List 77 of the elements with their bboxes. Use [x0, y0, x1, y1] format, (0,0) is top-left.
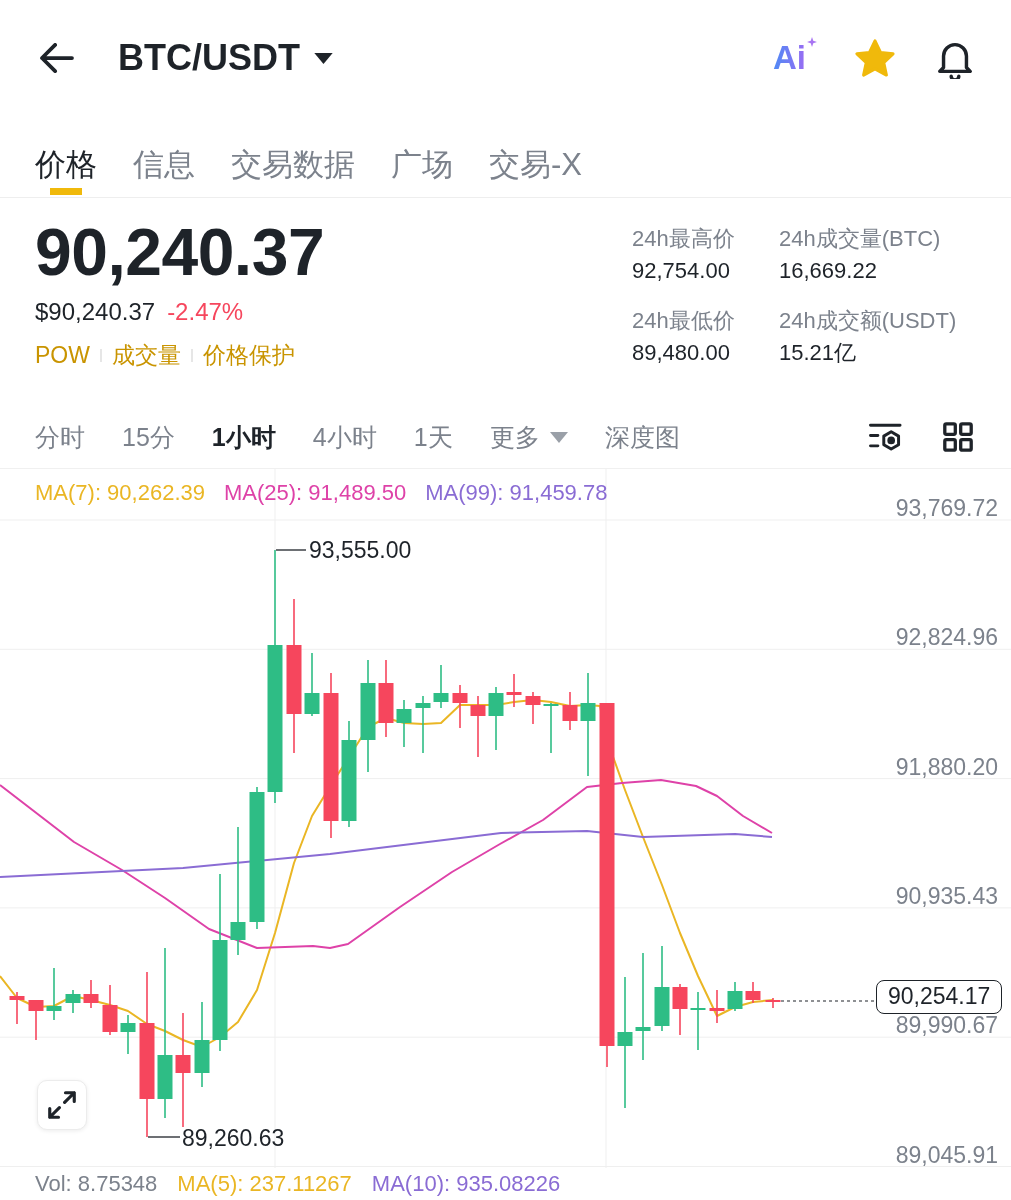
indicator-label: MA(99): 91,459.78: [425, 480, 608, 506]
tab[interactable]: 交易-X: [489, 116, 582, 196]
pair-selector[interactable]: BTC/USDT: [118, 36, 333, 80]
indicator-label: MA(7): 90,262.39: [35, 480, 205, 506]
stat-value: 15.21亿: [779, 339, 857, 367]
stat-label: 24h成交额(USDT): [779, 307, 957, 335]
diagonal-arrows-icon: [48, 1091, 76, 1119]
volume-legend-label: MA(5): 237.11267: [177, 1170, 352, 1198]
candlestick: [690, 991, 706, 1051]
stat-label: 24h最低价: [632, 307, 735, 335]
last-price: 90,240.37: [35, 217, 325, 287]
candlestick: [525, 691, 541, 725]
hexagon-lines-icon[interactable]: [869, 422, 903, 452]
candlestick: [709, 989, 725, 1024]
indicator-label: MA(25): 91,489.50: [224, 480, 407, 506]
price-axis-label: 89,990.67: [895, 1014, 998, 1038]
star-icon[interactable]: [855, 39, 895, 77]
candlestick: [506, 673, 522, 708]
stat-value: 89,480.00: [632, 339, 730, 367]
stat-value: 16,669.22: [779, 257, 877, 285]
price-axis-label: 89,045.91: [895, 1143, 998, 1167]
interval-tab[interactable]: 分时: [35, 420, 85, 454]
tab[interactable]: 信息: [133, 116, 195, 196]
usd-price: $90,240.37: [35, 297, 156, 327]
tab[interactable]: 交易数据: [231, 116, 355, 196]
leader-line: [147, 1136, 181, 1138]
candlestick: [65, 989, 81, 1014]
tag-link[interactable]: 价格保护: [202, 340, 295, 370]
candlestick: [745, 981, 761, 1004]
grid-icon[interactable]: [941, 422, 975, 452]
volume-legend-label: Vol: 8.75348: [35, 1170, 158, 1198]
volume-legend-label: MA(10): 935.08226: [371, 1170, 561, 1198]
candlestick: [765, 997, 781, 1009]
expand-button[interactable]: [37, 1080, 87, 1130]
leader-line: [275, 549, 307, 551]
price-axis-label: 91,880.20: [895, 755, 998, 779]
back-arrow-icon[interactable]: [40, 43, 74, 73]
candlestick: [415, 695, 431, 754]
stat-value: 92,754.00: [632, 257, 730, 285]
interval-tab[interactable]: 深度图: [604, 420, 680, 454]
caret-icon: [549, 431, 568, 443]
candlestick: [727, 981, 743, 1012]
sparkle-icon: [807, 37, 817, 47]
candlestick: [452, 684, 468, 729]
stat-label: 24h最高价: [632, 225, 735, 253]
tag-link[interactable]: 成交量: [111, 340, 181, 370]
low-price-label: 89,260.63: [182, 1125, 285, 1151]
interval-tab[interactable]: 1小时: [211, 420, 276, 454]
high-price-label: 93,555.00: [309, 537, 412, 563]
candlestick: [672, 983, 688, 1036]
candlestick: [304, 652, 320, 717]
stat-label: 24h成交量(BTC): [779, 225, 941, 253]
interval-tab[interactable]: 15分: [122, 420, 175, 454]
current-price-tag: 90,254.17: [876, 980, 1003, 1014]
price-change: -2.47%: [167, 297, 244, 327]
candlestick: [83, 979, 99, 1009]
tab[interactable]: 广场: [391, 116, 453, 196]
interval-tab[interactable]: 4小时: [312, 420, 377, 454]
candlestick: [470, 695, 486, 758]
price-axis-label: 93,769.72: [895, 497, 998, 520]
candlestick: [396, 699, 412, 748]
candlestick: [562, 691, 578, 731]
candlestick: [9, 991, 25, 1025]
candlestick: [488, 686, 504, 751]
tag-link[interactable]: POW: [35, 340, 90, 370]
price-axis-label: 92,824.96: [895, 626, 998, 650]
candlestick: [102, 984, 118, 1036]
candlestick: [46, 967, 62, 1021]
tab[interactable]: 价格: [35, 116, 97, 196]
candlestick: [28, 999, 44, 1041]
price-axis-label: 90,935.43: [895, 884, 998, 908]
candlestick: [543, 702, 559, 754]
candlestick: [120, 1014, 136, 1055]
interval-tab[interactable]: 1天: [413, 420, 453, 454]
caret-icon: [314, 52, 333, 64]
candlestick: [433, 664, 449, 709]
interval-dropdown[interactable]: 更多: [489, 420, 568, 454]
